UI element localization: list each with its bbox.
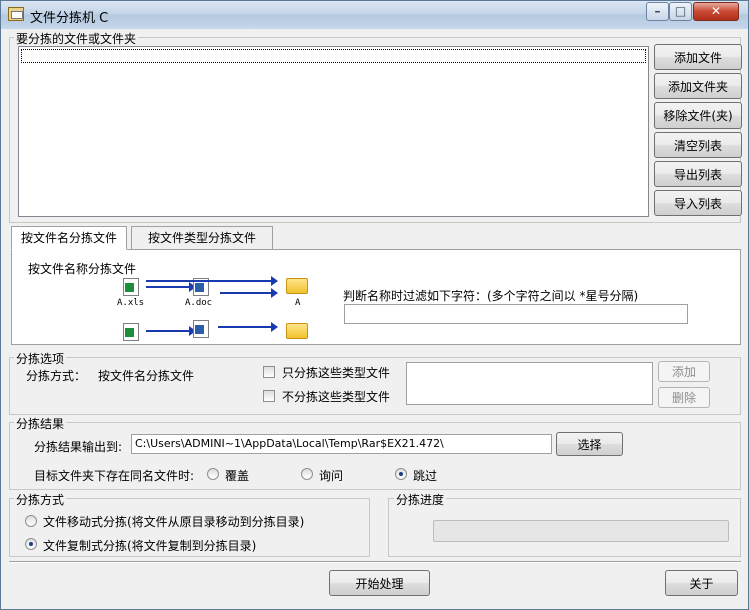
tab-by-name[interactable]: 按文件名分拣文件 <box>11 226 127 250</box>
files-group-label: 要分拣的文件或文件夹 <box>14 30 139 47</box>
skip-label: 跳过 <box>413 469 438 483</box>
app-window: 文件分拣机 C – □ ✕ 要分拣的文件或文件夹 添加文件 添加文件夹 移除文件… <box>0 0 749 610</box>
exclude-types-checkbox[interactable] <box>263 390 275 402</box>
only-types-label: 只分拣这些类型文件 <box>282 366 391 380</box>
output-path-input[interactable]: C:\Users\ADMINI~1\AppData\Local\Temp\Rar… <box>131 434 552 454</box>
tab-by-type[interactable]: 按文件类型分拣文件 <box>131 226 273 250</box>
result-group-label: 分拣结果 <box>14 415 67 432</box>
minimize-icon: – <box>654 4 661 18</box>
mode-value: 按文件名分拣文件 <box>98 369 195 383</box>
only-types-checkbox[interactable] <box>263 366 275 378</box>
minimize-button[interactable]: – <box>646 2 669 21</box>
folder-icon <box>286 323 308 339</box>
arrow-icon <box>218 322 278 332</box>
mode-label: 分拣方式： <box>26 369 87 383</box>
add-file-button[interactable]: 添加文件 <box>654 44 742 70</box>
progress-group-label: 分拣进度 <box>394 491 447 508</box>
import-list-button[interactable]: 导入列表 <box>654 190 742 216</box>
remove-file-button[interactable]: 移除文件(夹) <box>654 102 742 129</box>
overwrite-label: 覆盖 <box>225 469 250 483</box>
tab-panel-heading: 按文件名称分拣文件 <box>28 262 137 276</box>
close-button[interactable]: ✕ <box>693 2 739 21</box>
skip-radio[interactable] <box>395 468 407 480</box>
add-type-button[interactable]: 添加 <box>658 361 710 382</box>
app-icon <box>8 7 24 21</box>
clear-list-button[interactable]: 清空列表 <box>654 132 742 158</box>
filter-label: 判断名称时过滤如下字符：(多个字符之间以 *星号分隔) <box>343 289 639 303</box>
start-button[interactable]: 开始处理 <box>329 570 430 596</box>
about-button[interactable]: 关于 <box>665 570 738 596</box>
move-mode-label: 文件移动式分拣(将文件从原目录移动到分拣目录) <box>43 515 305 529</box>
method-group-label: 分拣方式 <box>14 491 67 508</box>
title-bar[interactable]: 文件分拣机 C – □ ✕ <box>1 1 748 29</box>
illustration-label-folder: A <box>295 298 301 308</box>
add-folder-button[interactable]: 添加文件夹 <box>654 73 742 99</box>
excel-file-icon <box>123 323 139 341</box>
choose-folder-button[interactable]: 选择 <box>556 432 623 456</box>
illustration-label-doc: A.doc <box>185 298 213 308</box>
export-list-button[interactable]: 导出列表 <box>654 161 742 187</box>
output-label: 分拣结果输出到: <box>34 440 123 454</box>
word-file-icon <box>193 320 209 338</box>
file-list[interactable] <box>18 46 649 217</box>
arrow-icon <box>146 282 196 292</box>
maximize-button[interactable]: □ <box>669 2 692 21</box>
tab-panel: 按文件名称分拣文件 A.xls A.doc A 判断名称时过滤如下字符：(多个字… <box>11 249 741 345</box>
close-icon: ✕ <box>710 4 722 18</box>
maximize-icon: □ <box>674 4 687 18</box>
types-list[interactable] <box>406 362 653 405</box>
options-group-label: 分拣选项 <box>14 350 67 367</box>
conflict-label: 目标文件夹下存在同名文件时: <box>34 469 195 483</box>
window-title: 文件分拣机 C <box>30 11 109 26</box>
footer-separator <box>9 561 741 563</box>
progress-bar <box>433 520 729 542</box>
move-mode-radio[interactable] <box>25 515 37 527</box>
delete-type-button[interactable]: 删除 <box>658 387 710 408</box>
filter-input[interactable] <box>344 304 688 324</box>
overwrite-radio[interactable] <box>207 468 219 480</box>
illustration-label-xls: A.xls <box>117 298 145 308</box>
long-arrow-icon <box>146 276 278 286</box>
folder-icon <box>286 278 308 294</box>
exclude-types-label: 不分拣这些类型文件 <box>282 390 391 404</box>
arrow-icon <box>146 326 196 336</box>
list-focus-row <box>21 49 646 63</box>
ask-label: 询问 <box>319 469 344 483</box>
arrow-icon <box>220 288 278 298</box>
excel-file-icon <box>123 278 139 296</box>
copy-mode-radio[interactable] <box>25 538 37 550</box>
copy-mode-label: 文件复制式分拣(将文件复制到分拣目录) <box>43 539 257 553</box>
ask-radio[interactable] <box>301 468 313 480</box>
